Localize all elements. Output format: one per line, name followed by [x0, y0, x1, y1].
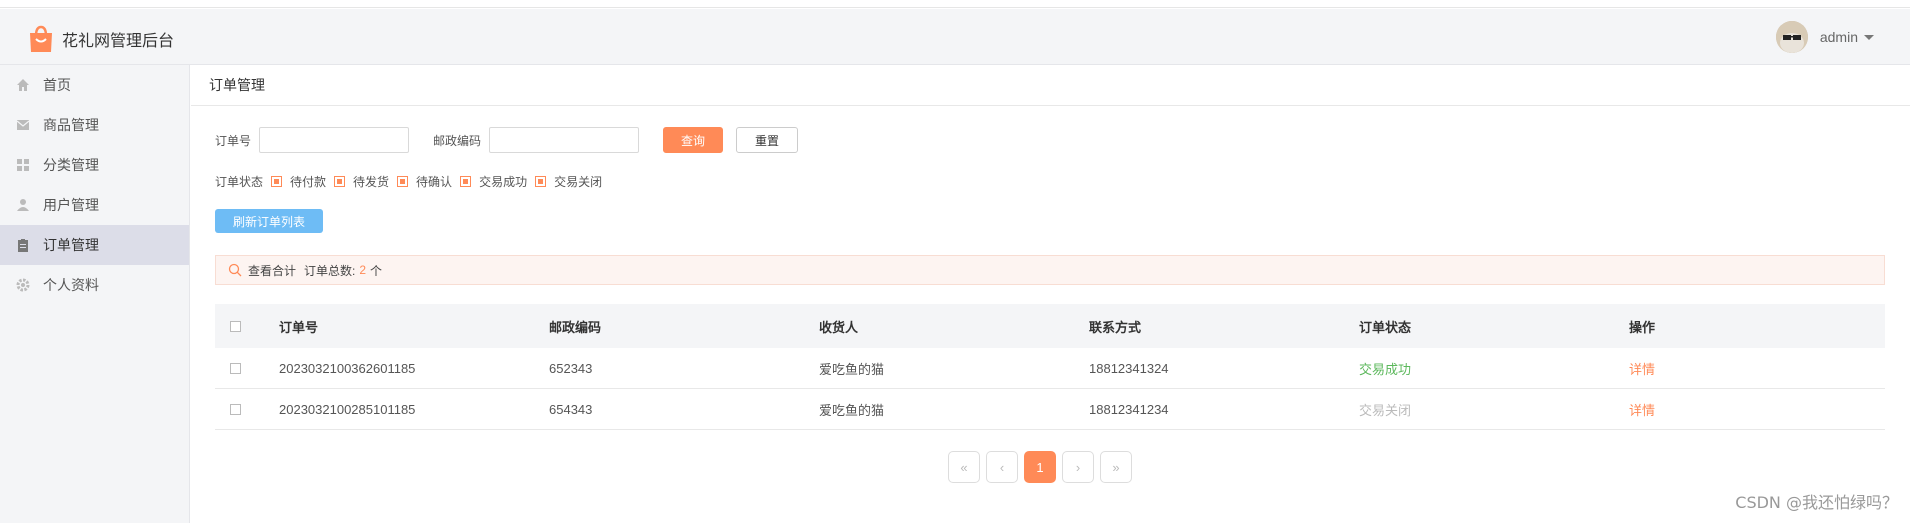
sidebar-item-orders[interactable]: 订单管理: [0, 225, 189, 265]
order-no-cell: 2023032100362601185: [279, 360, 416, 376]
summary-title: 查看合计: [248, 263, 297, 278]
main-content: 订单管理 订单号 邮政编码 查询 重置 订单状态 待付款 待发货 待确认 交易成…: [191, 65, 1910, 523]
caret-down-icon: [1864, 34, 1874, 40]
gear-icon: [15, 277, 31, 293]
phone-cell: 18812341324: [1089, 360, 1169, 376]
order-no-label: 订单号: [215, 133, 252, 148]
summary-count: 2: [359, 263, 367, 277]
table-row: 2023032100285101185 654343 爱吃鱼的猫 1881234…: [215, 389, 1885, 430]
page-button-current[interactable]: 1: [1024, 451, 1056, 483]
status-checkbox[interactable]: [271, 176, 283, 187]
sidebar: 首页 商品管理 分类管理 用户管理 订单管理 个人资料: [0, 65, 190, 523]
sidebar-item-label: 首页: [43, 77, 71, 93]
receiver-cell: 爱吃鱼的猫: [819, 361, 885, 377]
reset-button[interactable]: 重置: [736, 127, 799, 153]
status-option-label: 待确认: [416, 175, 453, 189]
user-menu[interactable]: admin: [1775, 21, 1874, 53]
sidebar-item-categories[interactable]: 分类管理: [0, 145, 189, 185]
top-strip: [0, 0, 1910, 8]
table-header: 订单号 邮政编码 收货人 联系方式 订单状态 操作: [215, 304, 1885, 348]
app-title: 花礼网管理后台: [62, 33, 175, 50]
shopping-bag-icon: [30, 25, 52, 52]
column-header: 联系方式: [1089, 319, 1142, 335]
prev-page-button[interactable]: ‹: [986, 451, 1018, 483]
refresh-list-button[interactable]: 刷新订单列表: [215, 209, 323, 233]
clipboard-icon: [15, 237, 31, 253]
orders-table: 订单号 邮政编码 收货人 联系方式 订单状态 操作 20230321003626…: [215, 304, 1885, 430]
phone-cell: 18812341234: [1089, 401, 1169, 417]
status-filter-label: 订单状态: [215, 175, 264, 189]
first-page-button[interactable]: «: [948, 451, 980, 483]
search-icon: [228, 263, 242, 277]
status-option-label: 交易成功: [479, 175, 528, 189]
column-header: 收货人: [819, 319, 859, 335]
summary-total-label: 订单总数:: [304, 263, 356, 278]
home-icon: [15, 77, 31, 93]
username: admin: [1819, 29, 1858, 45]
last-page-button[interactable]: »: [1100, 451, 1132, 483]
mail-icon: [15, 117, 31, 133]
sidebar-item-users[interactable]: 用户管理: [0, 185, 189, 225]
status-cell: 交易关闭: [1359, 402, 1412, 418]
query-button[interactable]: 查询: [663, 127, 724, 153]
order-no-cell: 2023032100285101185: [279, 401, 416, 417]
column-header: 订单号: [279, 319, 319, 335]
postcode-cell: 654343: [549, 401, 593, 417]
row-checkbox[interactable]: [230, 403, 241, 415]
detail-link[interactable]: 详情: [1629, 359, 1885, 378]
summary-bar: 查看合计 订单总数: 2 个: [215, 255, 1885, 285]
status-checkbox[interactable]: [397, 176, 409, 187]
sidebar-item-label: 个人资料: [43, 277, 99, 293]
postcode-input[interactable]: [489, 127, 640, 153]
column-header: 邮政编码: [549, 319, 602, 335]
row-checkbox[interactable]: [230, 362, 241, 374]
postcode-label: 邮政编码: [433, 133, 482, 148]
sidebar-item-label: 分类管理: [43, 157, 99, 173]
sidebar-item-label: 用户管理: [43, 197, 99, 213]
detail-link[interactable]: 详情: [1629, 400, 1885, 419]
summary-unit: 个: [370, 263, 383, 278]
grid-icon: [15, 157, 31, 173]
next-page-button[interactable]: ›: [1062, 451, 1094, 483]
status-option-label: 待发货: [353, 175, 390, 189]
column-header: 订单状态: [1359, 319, 1412, 335]
avatar: [1775, 21, 1808, 53]
status-option-label: 交易关闭: [554, 175, 603, 189]
sidebar-item-label: 订单管理: [43, 237, 99, 253]
column-header: 操作: [1629, 319, 1656, 335]
status-checkbox[interactable]: [334, 176, 346, 187]
status-checkbox[interactable]: [460, 176, 472, 187]
pagination: « ‹ 1 › »: [948, 451, 1138, 483]
receiver-cell: 爱吃鱼的猫: [819, 402, 885, 418]
sidebar-item-products[interactable]: 商品管理: [0, 105, 189, 145]
table-row: 2023032100362601185 652343 爱吃鱼的猫 1881234…: [215, 348, 1885, 389]
status-cell: 交易成功: [1359, 361, 1412, 377]
status-checkbox[interactable]: [535, 176, 547, 187]
sidebar-item-profile[interactable]: 个人资料: [0, 265, 189, 305]
sidebar-item-label: 商品管理: [43, 117, 99, 133]
watermark: CSDN @我还怕绿吗？: [1735, 493, 1898, 512]
order-no-input[interactable]: [259, 127, 410, 153]
postcode-cell: 652343: [549, 360, 593, 376]
sidebar-item-home[interactable]: 首页: [0, 65, 189, 105]
header: 花礼网管理后台 admin: [0, 9, 1910, 65]
search-form: 订单号 邮政编码 查询 重置: [215, 127, 799, 153]
status-filter: 订单状态 待付款 待发货 待确认 交易成功 交易关闭: [215, 173, 602, 190]
breadcrumb: 订单管理: [191, 65, 1910, 106]
logo[interactable]: 花礼网管理后台: [26, 24, 174, 54]
select-all-checkbox[interactable]: [230, 320, 241, 332]
status-option-label: 待付款: [290, 175, 327, 189]
user-icon: [15, 197, 31, 213]
